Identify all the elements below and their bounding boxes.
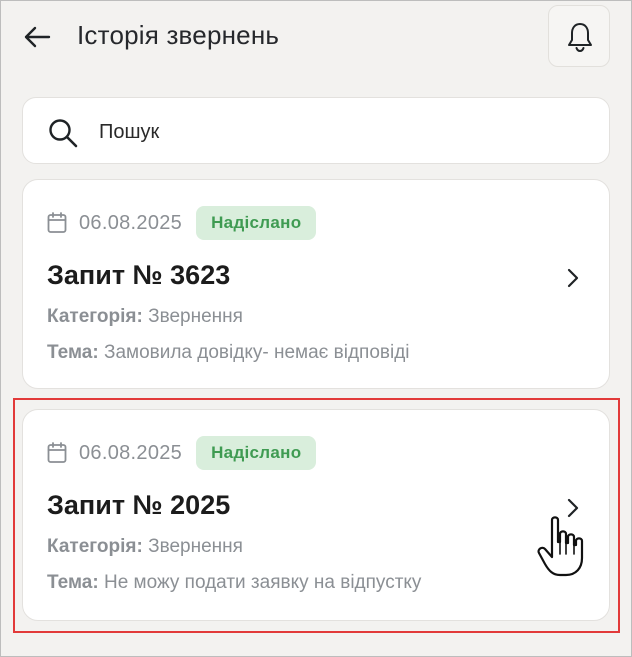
- theme-value: Замовила довідку- немає відповіді: [103, 342, 410, 363]
- search-field[interactable]: [22, 97, 610, 164]
- request-card[interactable]: 06.08.2025 Надіслано Запит № 2025 Катего…: [22, 409, 610, 621]
- request-card[interactable]: 06.08.2025 Надіслано Запит № 3623 Катего…: [22, 179, 610, 389]
- hand-pointer-icon: [537, 516, 584, 577]
- request-theme: Тема: Не можу подати заявку на відпустку: [47, 572, 421, 594]
- category-label: Категорія:: [47, 306, 143, 327]
- search-icon: [49, 119, 78, 148]
- theme-label: Тема:: [47, 572, 99, 593]
- calendar-icon: [47, 212, 67, 233]
- search-input[interactable]: [97, 116, 581, 148]
- theme-label: Тема:: [47, 342, 99, 363]
- category-value: Звернення: [148, 306, 243, 327]
- date-row: 06.08.2025 Надіслано: [47, 436, 317, 470]
- request-title: Запит № 3623: [47, 260, 231, 290]
- header: Історія звернень: [0, 0, 632, 76]
- chevron-right-icon[interactable]: [563, 266, 583, 290]
- request-title: Запит № 2025: [47, 490, 231, 520]
- request-category: Категорія: Звернення: [47, 306, 243, 328]
- date-row: 06.08.2025 Надіслано: [47, 206, 317, 240]
- page-title: Історія звернень: [77, 20, 280, 50]
- back-button[interactable]: [22, 22, 56, 52]
- calendar-icon: [47, 442, 67, 463]
- request-date: 06.08.2025: [79, 211, 183, 234]
- request-date: 06.08.2025: [79, 441, 183, 464]
- category-value: Звернення: [148, 536, 243, 557]
- arrow-left-icon: [24, 26, 51, 48]
- theme-value: Не можу подати заявку на відпустку: [103, 572, 422, 593]
- status-badge: Надіслано: [196, 436, 317, 470]
- status-badge: Надіслано: [196, 206, 317, 240]
- notifications-button[interactable]: [548, 5, 610, 67]
- request-category: Категорія: Звернення: [47, 536, 243, 558]
- request-theme: Тема: Замовила довідку- немає відповіді: [47, 342, 410, 364]
- category-label: Категорія:: [47, 536, 143, 557]
- bell-icon: [568, 23, 592, 53]
